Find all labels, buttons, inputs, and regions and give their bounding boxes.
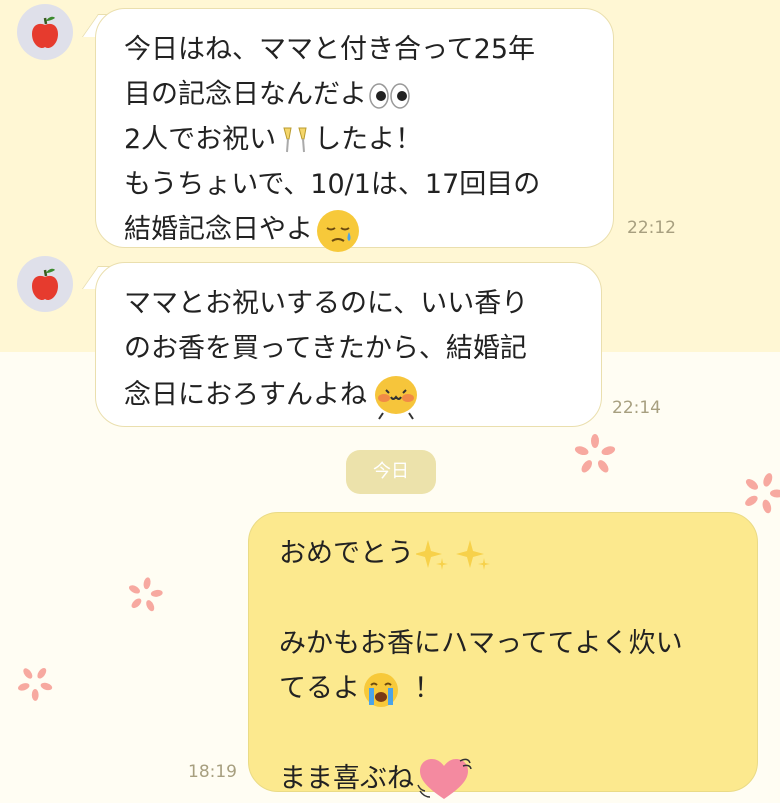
flower-decoration bbox=[572, 432, 618, 478]
message-line: 目の記念日なんだよ bbox=[124, 79, 367, 110]
message-line: のお香を買ってきたから、結婚記 bbox=[124, 333, 527, 364]
sender-avatar[interactable] bbox=[17, 256, 73, 312]
message-line: みかもお香にハマっててよく炊い bbox=[279, 628, 683, 659]
outgoing-message-bubble[interactable]: おめでとう みかもお香にハマっててよく炊い てるよ ！ まま喜ぶね bbox=[248, 512, 758, 799]
tear-face-emoji bbox=[317, 209, 359, 252]
message-line: 今日はね、ママと付き合って25年 bbox=[124, 34, 536, 65]
flower-decoration bbox=[740, 470, 780, 516]
message-timestamp: 22:12 bbox=[627, 218, 676, 238]
message-line: まま喜ぶね bbox=[279, 763, 414, 794]
crying-face-emoji bbox=[364, 672, 398, 707]
message-line: もうちょいで、10/1は、17回目の bbox=[124, 169, 541, 200]
incoming-message-bubble[interactable]: ママとお祝いするのに、いい香り のお香を買ってきたから、結婚記 念日におろすんよ… bbox=[95, 262, 602, 427]
message-line: おめでとう bbox=[279, 538, 414, 569]
pink-heart-emoji bbox=[417, 758, 472, 799]
chick-blush-emoji bbox=[375, 376, 417, 420]
incoming-message-bubble[interactable]: 今日はね、ママと付き合って25年 目の記念日なんだよ 2人でお祝い したよ！ も… bbox=[95, 8, 614, 252]
sparkles-emoji bbox=[416, 539, 490, 570]
eyes-emoji bbox=[369, 82, 410, 109]
champagne-toast-emoji bbox=[283, 127, 307, 152]
flower-decoration bbox=[125, 575, 164, 614]
message-line: てるよ bbox=[279, 673, 360, 704]
apple-icon bbox=[32, 16, 58, 48]
message-timestamp: 22:14 bbox=[612, 398, 661, 418]
message-line bbox=[279, 576, 757, 621]
date-separator: 今日 bbox=[346, 450, 436, 494]
apple-icon bbox=[32, 268, 58, 300]
sender-avatar[interactable] bbox=[17, 4, 73, 60]
message-line: ママとお祝いするのに、いい香り bbox=[124, 288, 529, 319]
message-line: 2人でお祝い bbox=[124, 124, 277, 155]
message-line: ！ bbox=[414, 673, 441, 704]
message-line: したよ！ bbox=[314, 124, 423, 155]
message-line: 結婚記念日やよ bbox=[124, 214, 313, 245]
message-line bbox=[279, 711, 757, 756]
message-timestamp: 18:19 bbox=[188, 762, 237, 782]
flower-decoration bbox=[15, 663, 54, 702]
message-line: 念日におろすんよね bbox=[124, 379, 367, 411]
